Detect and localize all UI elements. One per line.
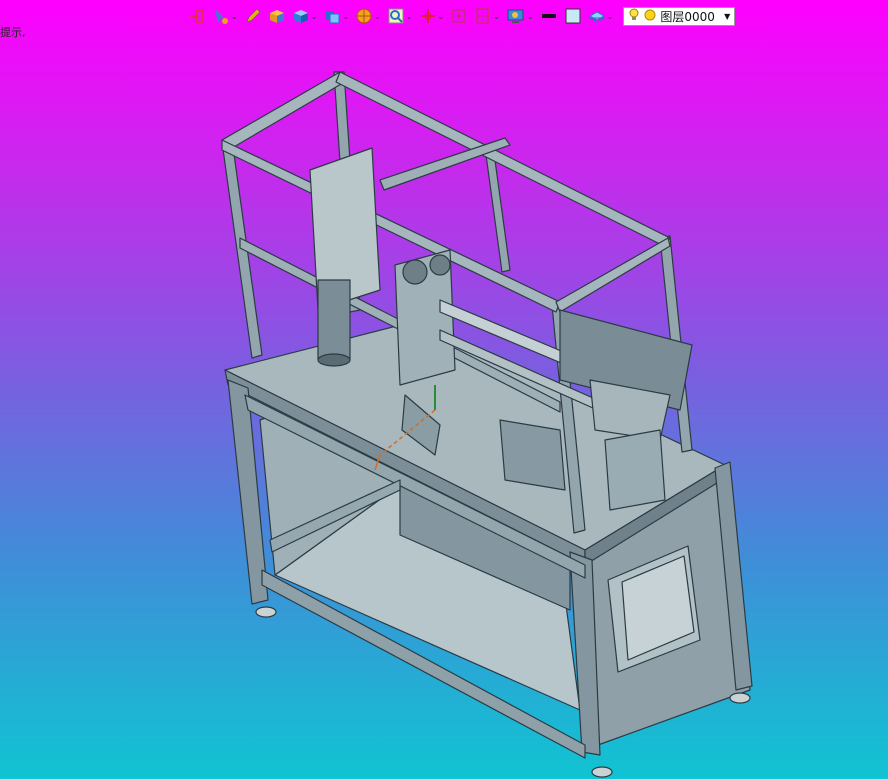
dropdown-arrow-icon[interactable]: ▼ xyxy=(724,12,730,21)
lightbulb-icon xyxy=(628,8,640,25)
chevron-down-icon: ⌄ xyxy=(231,11,238,21)
chevron-down-icon: ⌄ xyxy=(342,11,350,21)
line-style-button[interactable] xyxy=(538,5,560,27)
line-style-icon xyxy=(540,7,558,25)
move-axis-button[interactable]: ⌄ xyxy=(417,5,447,27)
exit-icon xyxy=(188,7,206,25)
layer-name: 图层0000 xyxy=(660,9,715,24)
section-icon xyxy=(474,7,492,25)
display-button[interactable]: ⌄ xyxy=(504,5,536,27)
chevron-down-icon: ⌄ xyxy=(606,11,614,21)
machine-frame-model xyxy=(221,71,753,778)
chevron-down-icon: ⌄ xyxy=(437,11,445,21)
chevron-down-icon: ⌄ xyxy=(310,11,318,21)
chevron-down-icon: ⌄ xyxy=(405,11,413,21)
fit-view-icon xyxy=(450,7,468,25)
fill-color-button[interactable] xyxy=(562,5,584,27)
move-axis-icon xyxy=(419,7,437,25)
select-tool-icon xyxy=(212,7,230,25)
status-hint: 提示, xyxy=(0,26,26,39)
pencil-icon xyxy=(244,7,262,25)
box-icon xyxy=(268,7,286,25)
zoom-icon xyxy=(387,7,405,25)
box-button[interactable] xyxy=(266,5,288,27)
fill-color-icon xyxy=(564,7,582,25)
solid-button[interactable]: ⌄ xyxy=(290,5,320,27)
fit-view-button[interactable] xyxy=(448,5,470,27)
layer-select[interactable]: 图层0000 ▼ xyxy=(623,6,736,26)
exit-button[interactable] xyxy=(186,5,208,27)
pencil-button[interactable] xyxy=(242,5,264,27)
view-cube-icon xyxy=(323,7,341,25)
view-cube-button[interactable]: ⌄ xyxy=(321,5,351,27)
section-button[interactable]: ⌄ xyxy=(472,5,502,27)
motor xyxy=(317,279,351,361)
color-wheel-button[interactable]: ⌄ xyxy=(353,5,383,27)
display-icon xyxy=(506,7,526,25)
chevron-down-icon: ⌄ xyxy=(526,11,534,21)
zoom-button[interactable]: ⌄ xyxy=(385,5,415,27)
select-tool-button[interactable]: ⌄ xyxy=(210,5,240,27)
toolbar: ⌄ ⌄ ⌄ ⌄ ⌄ ⌄ ⌄ ⌄ ⌄ 图层0000 ▼ xyxy=(186,4,736,28)
layer-button[interactable]: ⌄ xyxy=(586,5,616,27)
chevron-down-icon: ⌄ xyxy=(374,11,381,21)
cad-model-viewport[interactable] xyxy=(0,0,888,779)
color-wheel-icon xyxy=(355,7,373,25)
solid-icon xyxy=(292,7,310,25)
layer-icon xyxy=(587,7,606,25)
sun-icon xyxy=(643,8,657,25)
chevron-down-icon: ⌄ xyxy=(493,11,500,21)
